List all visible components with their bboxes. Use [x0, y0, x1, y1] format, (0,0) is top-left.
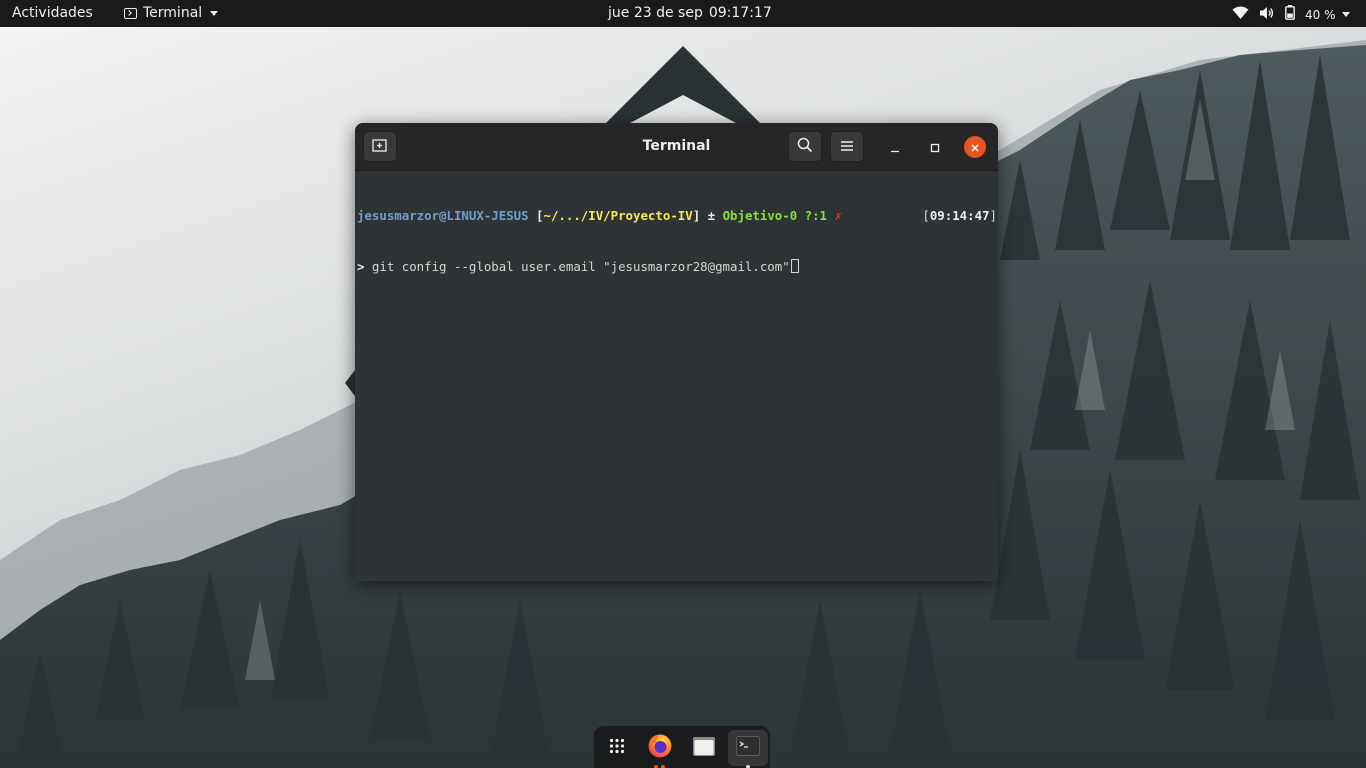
prompt-status: ?:1	[797, 208, 835, 223]
terminal-content[interactable]: jesusmarzor@LINUX-JESUS [~/.../IV/Proyec…	[357, 173, 997, 309]
maximize-icon	[930, 138, 940, 157]
prompt-time-value: 09:14:47	[929, 208, 990, 223]
maximize-button[interactable]	[924, 136, 946, 158]
prompt-bracket-open: [	[528, 208, 544, 223]
close-button[interactable]	[964, 136, 986, 158]
close-icon	[970, 138, 980, 157]
chevron-down-icon	[1341, 12, 1350, 17]
app-menu-button[interactable]: Terminal	[124, 5, 219, 21]
files-icon	[692, 735, 716, 761]
prompt-path: ~/.../IV/Proyecto-IV	[543, 208, 693, 223]
prompt-branch: Objetivo-0	[722, 208, 798, 223]
clock-button[interactable]: jue 23 de sep 09:17:17	[608, 5, 772, 21]
battery-percentage: 40 %	[1305, 7, 1336, 22]
system-menu-button[interactable]: 40 %	[1232, 5, 1350, 24]
hamburger-menu-button[interactable]	[830, 131, 864, 162]
window-headerbar[interactable]: Terminal	[355, 123, 998, 171]
app-grid-icon	[609, 738, 625, 758]
dock-item-firefox[interactable]	[640, 730, 680, 768]
battery-icon	[1285, 5, 1295, 24]
terminal-icon	[736, 736, 760, 760]
clock-date: jue 23 de sep	[608, 5, 703, 21]
firefox-icon	[647, 733, 673, 763]
command-input[interactable]: git config --global user.email "jesusmar…	[372, 259, 790, 274]
new-tab-button[interactable]	[363, 131, 397, 162]
prompt-time-close: ]	[989, 208, 997, 223]
prompt-user-host: jesusmarzor@LINUX-JESUS	[357, 208, 529, 223]
activities-button[interactable]: Actividades	[12, 5, 93, 21]
top-bar: Actividades Terminal jue 23 de sep 09:17…	[0, 0, 1366, 27]
wifi-icon	[1232, 6, 1249, 24]
dock	[594, 726, 770, 768]
new-tab-icon	[372, 137, 388, 156]
clock-time: 09:17:17	[708, 5, 772, 21]
app-menu-label: Terminal	[143, 5, 203, 21]
text-cursor	[790, 259, 799, 273]
input-marker: >	[357, 259, 372, 274]
show-applications-button[interactable]	[597, 730, 637, 766]
search-button[interactable]	[788, 131, 822, 162]
search-icon	[797, 137, 813, 157]
dock-item-terminal[interactable]	[728, 730, 768, 768]
prompt-plusminus: ±	[700, 208, 723, 223]
input-line[interactable]: > git config --global user.email "jesusm…	[357, 258, 997, 275]
minimize-button[interactable]	[884, 136, 906, 158]
volume-icon	[1259, 6, 1275, 24]
prompt-dirty-mark: ✗	[834, 208, 842, 223]
minimize-icon	[890, 138, 900, 157]
prompt-time-open: [	[922, 208, 930, 223]
prompt-time: [09:14:47]	[922, 207, 997, 224]
terminal-window[interactable]: Terminal jesusmarzor@LINUX-JESUS [~/.../…	[355, 123, 998, 581]
dock-item-files[interactable]	[684, 730, 724, 766]
hamburger-menu-icon	[840, 137, 854, 156]
prompt-line: jesusmarzor@LINUX-JESUS [~/.../IV/Proyec…	[357, 207, 997, 224]
terminal-app-icon	[124, 7, 137, 19]
chevron-down-icon	[210, 10, 219, 16]
